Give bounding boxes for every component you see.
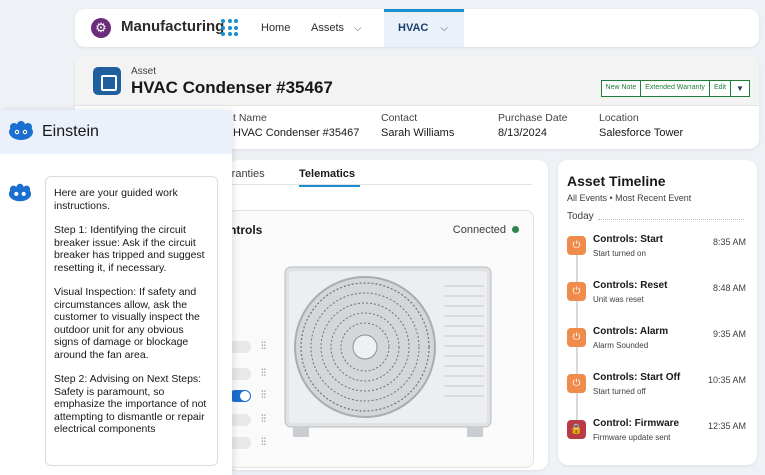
field-label: t Name [233, 112, 267, 124]
power-icon: ⏻ [567, 282, 586, 301]
sliders-icon[interactable]: ⫶⫶ [261, 368, 266, 379]
event-title: Control: Firmware [593, 418, 680, 429]
field-label: Location [599, 112, 639, 124]
gear-icon: ⚙ [91, 18, 111, 38]
record-detail-card: rranties Telematics ntrols Connected ⫶⫶ … [228, 160, 548, 470]
event-time: 8:35 AM [712, 237, 746, 247]
message-paragraph: Step 2: Advising on Next Steps: Safety i… [54, 373, 207, 435]
event-time: 12:35 AM [707, 421, 746, 431]
lock-icon: 🔒 [567, 420, 586, 439]
panel-title: Einstein [42, 123, 99, 140]
field-contact: Contact Sarah Williams [381, 112, 454, 139]
tab-hvac-label: HVAC [398, 22, 429, 34]
event-time: 8:48 AM [712, 283, 746, 293]
sliders-icon[interactable]: ⫶⫶ [261, 437, 266, 448]
power-icon: ⏻ [567, 374, 586, 393]
timeline-title: Asset Timeline [567, 173, 666, 189]
event-description: Unit was reset [593, 295, 644, 304]
record-type: Asset [131, 66, 157, 77]
field-location: Location Salesforce Tower [599, 112, 683, 139]
chevron-down-icon[interactable]: ▼ [730, 80, 750, 97]
chevron-down-icon[interactable]: ⌵ [440, 23, 448, 34]
field-value: Salesforce Tower [599, 127, 684, 139]
timeline-group-label: Today [567, 211, 594, 222]
einstein-avatar-icon [8, 183, 32, 202]
timeline-filter[interactable]: All Events • Most Recent Event [567, 193, 691, 203]
control-toggle[interactable] [229, 368, 251, 380]
sliders-icon[interactable]: ⫶⫶ [261, 341, 266, 352]
edit-button[interactable]: Edit [708, 80, 731, 97]
timeline-event[interactable]: 🔒 Control: Firmware Firmware update sent… [567, 418, 752, 454]
tab-warranties[interactable]: rranties [228, 168, 265, 180]
nav-item-assets[interactable]: Assets ⌵ [311, 22, 362, 34]
field-value: Sarah Williams [381, 127, 455, 139]
timeline-event[interactable]: ⏻ Controls: Alarm Alarm Sounded 9:35 AM [567, 326, 752, 362]
new-note-button[interactable]: New Note [600, 80, 642, 97]
connection-status: Connected [453, 224, 519, 236]
timeline-event[interactable]: ⏻ Controls: Reset Unit was reset 8:48 AM [567, 280, 752, 316]
field-purchase-date: Purchase Date 8/13/2024 [498, 112, 567, 139]
hvac-condenser-image [284, 266, 492, 437]
event-description: Start turned on [593, 249, 646, 258]
message-paragraph: Step 1: Identifying the circuit breaker … [54, 224, 205, 274]
control-toggle[interactable] [229, 437, 251, 449]
extended-warranty-button[interactable]: Extended Warranty [640, 80, 710, 97]
timeline-event[interactable]: ⏻ Controls: Start Start turned on 8:35 A… [567, 234, 752, 270]
field-value: HVAC Condenser #35467 [233, 127, 360, 139]
event-title: Controls: Start Off [593, 372, 681, 383]
asset-timeline: Asset Timeline All Events • Most Recent … [558, 160, 757, 465]
app-launcher-icon[interactable] [221, 19, 238, 36]
chevron-down-icon[interactable]: ⌵ [354, 23, 362, 34]
event-description: Alarm Sounded [593, 341, 649, 350]
event-title: Controls: Reset [593, 280, 668, 291]
event-time: 10:35 AM [707, 375, 746, 385]
nav-item-assets-label: Assets [311, 22, 345, 34]
message-paragraph: Visual Inspection: If safety and circums… [54, 286, 200, 361]
asset-icon [93, 67, 121, 95]
timeline-event[interactable]: ⏻ Controls: Start Off Start turned off 1… [567, 372, 752, 408]
field-label: Purchase Date [498, 112, 568, 124]
einstein-icon [9, 121, 33, 140]
sliders-icon[interactable]: ⫶⫶ [261, 390, 266, 401]
controls-panel: ntrols Connected ⫶⫶ ⫶⫶ ⫶⫶ ⫶⫶ ⫶⫶ [228, 210, 534, 468]
tab-hvac[interactable]: HVAC ⌵ [384, 9, 464, 47]
event-description: Start turned off [593, 387, 646, 396]
control-toggle[interactable] [229, 390, 251, 402]
power-icon: ⏻ [567, 328, 586, 347]
record-title: HVAC Condenser #35467 [131, 78, 333, 97]
event-title: Controls: Alarm [593, 326, 669, 337]
controls-title: ntrols [229, 223, 263, 237]
message-paragraph: Here are your guided work instructions. [54, 187, 178, 212]
field-value: 8/13/2024 [498, 127, 547, 139]
nav-item-home[interactable]: Home [261, 22, 290, 34]
divider [598, 219, 744, 220]
einstein-panel: Einstein Here are your guided work instr… [0, 110, 232, 475]
event-title: Controls: Start [593, 234, 663, 245]
power-icon: ⏻ [567, 236, 586, 255]
record-actions: New Note Extended Warranty Edit ▼ [600, 80, 750, 97]
status-dot-icon [512, 226, 519, 233]
connection-status-label: Connected [452, 224, 506, 236]
event-description: Firmware update sent [593, 433, 671, 442]
global-navigation: ⚙ Manufacturing Home Assets ⌵ HVAC ⌵ [75, 9, 759, 47]
einstein-header: Einstein [0, 110, 232, 154]
sliders-icon[interactable]: ⫶⫶ [261, 414, 266, 425]
record-highlights: Asset HVAC Condenser #35467 New Note Ext… [75, 56, 759, 106]
field-asset-name: t Name HVAC Condenser #35467 [233, 112, 359, 139]
event-time: 9:35 AM [712, 329, 746, 339]
control-toggle[interactable] [229, 414, 251, 426]
app-name: Manufacturing [121, 18, 225, 35]
tab-divider [228, 184, 532, 185]
field-label: Contact [381, 112, 418, 124]
control-toggle[interactable] [229, 341, 251, 353]
assistant-message: Here are your guided work instructions. … [45, 176, 218, 466]
